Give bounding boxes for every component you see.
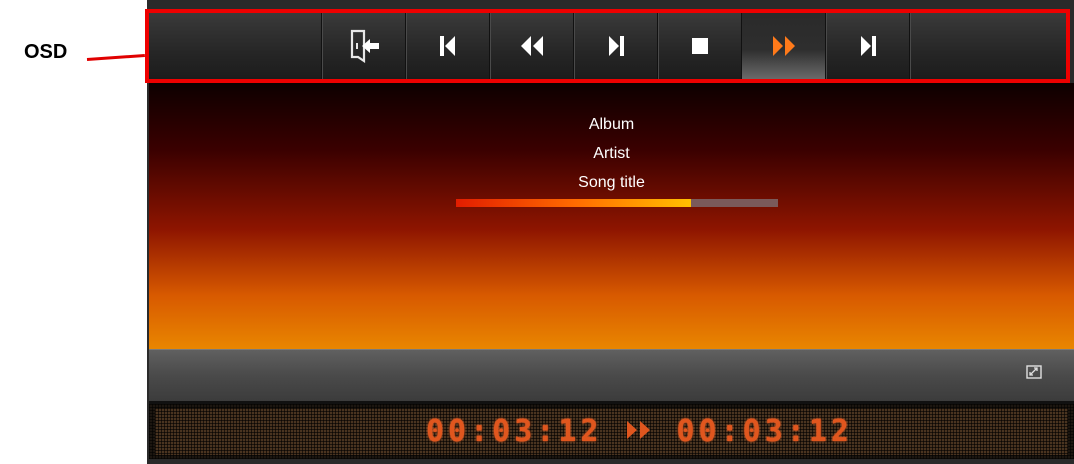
album-label: Album [588,116,635,133]
next-button[interactable] [826,13,910,79]
rewind-button[interactable] [490,13,574,79]
bottom-strip [149,459,1074,464]
exit-door-icon [350,29,379,63]
play-icon [608,36,624,56]
osd-toolbar [149,13,1066,79]
total-time: 00:03:12 [676,414,853,449]
osd-callout-label: OSD [24,41,68,63]
fast-forward-icon [772,36,795,56]
page: OSD Album Artist Song title 00:03:12 00:… [0,0,1074,464]
artist-label: Artist [593,145,630,162]
song-progress-bar[interactable] [456,199,778,207]
osd-callout-line [86,53,145,61]
now-playing-screen: Album Artist Song title [149,83,1074,349]
fullscreen-toggle-icon[interactable] [1026,364,1042,380]
fast-forward-icon [626,421,650,439]
exit-button[interactable] [322,13,406,79]
play-button[interactable] [574,13,658,79]
stop-button[interactable] [658,13,742,79]
osd-toolbar-spacer [149,13,322,79]
stop-icon [691,38,708,54]
song-title-label: Song title [578,174,645,191]
elapsed-time: 00:03:12 [426,414,603,449]
fast-forward-button[interactable] [742,13,826,79]
control-bar [149,349,1074,401]
skip-next-icon [860,36,876,56]
skip-previous-icon [439,36,455,56]
rewind-icon [520,36,543,56]
previous-button[interactable] [406,13,490,79]
song-progress-fill [456,199,692,207]
lcd-state-icon [625,414,655,449]
lcd-time-display: 00:03:12 00:03:12 [149,401,1074,459]
lcd-readout: 00:03:12 00:03:12 [426,414,853,449]
